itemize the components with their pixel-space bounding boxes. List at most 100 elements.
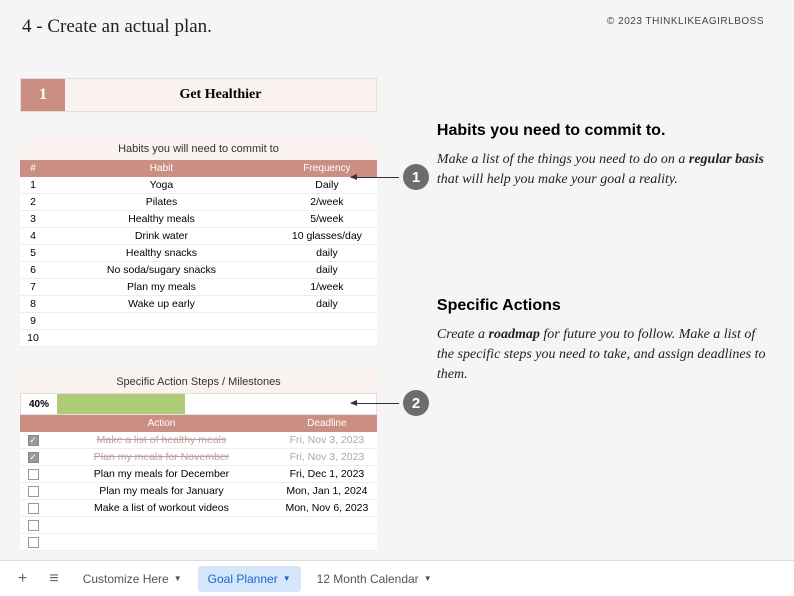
checkbox[interactable]: ✓ (28, 452, 39, 463)
checkbox[interactable] (28, 486, 39, 497)
add-sheet-button[interactable]: + (10, 566, 35, 592)
table-row[interactable]: 3Healthy meals5/week (20, 211, 377, 228)
row-number: 9 (20, 315, 46, 327)
checkbox[interactable] (28, 503, 39, 514)
row-number: 4 (20, 230, 46, 242)
caret-down-icon: ▼ (424, 574, 432, 583)
callout-2-pre: Create a (437, 327, 489, 342)
goal-header: 1 Get Healthier (20, 78, 377, 112)
habit-cell: Drink water (46, 230, 277, 242)
table-row[interactable]: 8Wake up earlydaily (20, 296, 377, 313)
col-habit-header: Habit (46, 160, 277, 177)
row-number: 5 (20, 247, 46, 259)
tab-goal-planner[interactable]: Goal Planner ▼ (198, 566, 301, 592)
row-number: 6 (20, 264, 46, 276)
table-row[interactable]: ✓ Plan my meals for NovemberFri, Nov 3, 2… (20, 449, 377, 466)
actions-block: Specific Action Steps / Milestones 40% A… (20, 371, 377, 551)
table-row[interactable]: 10 (20, 330, 377, 347)
checkbox-cell (20, 503, 46, 514)
deadline-cell: Fri, Dec 1, 2023 (277, 468, 377, 480)
progress-bar (57, 394, 376, 414)
caret-down-icon: ▼ (174, 574, 182, 583)
habit-cell: Plan my meals (46, 281, 277, 293)
checkbox-cell: ✓ (20, 452, 46, 463)
habit-cell: Wake up early (46, 298, 277, 310)
checkbox[interactable] (28, 469, 39, 480)
row-number: 1 (20, 179, 46, 191)
tab-12-month-calendar[interactable]: 12 Month Calendar ▼ (307, 566, 442, 592)
table-row[interactable]: ✓ Make a list of healthy mealsFri, Nov 3,… (20, 432, 377, 449)
table-row[interactable] (20, 534, 377, 551)
table-row[interactable]: 4Drink water10 glasses/day (20, 228, 377, 245)
arrow-1-icon (351, 177, 399, 178)
goal-title: Get Healthier (65, 79, 376, 111)
table-row[interactable]: 1YogaDaily (20, 177, 377, 194)
checkbox[interactable]: ✓ (28, 435, 39, 446)
row-number: 10 (20, 332, 46, 344)
actions-header-row: Action Deadline (20, 415, 377, 432)
action-cell: Plan my meals for January (46, 485, 277, 497)
action-cell: Plan my meals for December (46, 468, 277, 480)
deadline-cell: Mon, Nov 6, 2023 (277, 502, 377, 514)
tab-label: Customize Here (83, 572, 169, 586)
table-row[interactable]: 2Pilates2/week (20, 194, 377, 211)
col-deadline-header: Deadline (277, 415, 377, 432)
table-row[interactable]: Make a list of workout videosMon, Nov 6,… (20, 500, 377, 517)
table-row[interactable]: 5Healthy snacksdaily (20, 245, 377, 262)
table-row[interactable]: 7Plan my meals1/week (20, 279, 377, 296)
checkbox-cell (20, 537, 46, 548)
callout-1-bold: regular basis (689, 152, 764, 167)
checkbox-cell (20, 486, 46, 497)
tab-label: Goal Planner (208, 572, 278, 586)
callout-1-pre: Make a list of the things you need to do… (437, 152, 689, 167)
frequency-cell: daily (277, 247, 377, 259)
frequency-cell: daily (277, 264, 377, 276)
col-number-header: # (20, 160, 46, 177)
callout-1-post: that will help you make your goal a real… (437, 172, 678, 187)
frequency-cell: Daily (277, 179, 377, 191)
page-title: 4 - Create an actual plan. (22, 16, 212, 38)
copyright: © 2023 THINKLIKEAGIRLBOSS (607, 16, 764, 38)
habit-cell: Yoga (46, 179, 277, 191)
habits-block-title: Habits you will need to commit to (20, 138, 377, 160)
table-row[interactable]: 6No soda/sugary snacksdaily (20, 262, 377, 279)
callout-1-body: Make a list of the things you need to do… (437, 150, 774, 191)
col-frequency-header: Frequency (277, 160, 377, 177)
table-row[interactable]: 9 (20, 313, 377, 330)
checkbox-cell: ✓ (20, 435, 46, 446)
habit-cell: Healthy meals (46, 213, 277, 225)
deadline-cell: Mon, Jan 1, 2024 (277, 485, 377, 497)
callout-2-heading: Specific Actions (437, 297, 774, 315)
habit-cell: Pilates (46, 196, 277, 208)
row-number: 2 (20, 196, 46, 208)
table-row[interactable] (20, 517, 377, 534)
frequency-cell: 1/week (277, 281, 377, 293)
badge-1: 1 (403, 164, 429, 190)
action-cell: Make a list of workout videos (46, 502, 277, 514)
action-cell: Make a list of healthy meals (46, 434, 277, 446)
row-number: 7 (20, 281, 46, 293)
all-sheets-button[interactable]: ≡ (41, 566, 66, 592)
checkbox[interactable] (28, 537, 39, 548)
callout-2-body: Create a roadmap for future you to follo… (437, 325, 774, 386)
habits-header-row: # Habit Frequency (20, 160, 377, 177)
habit-cell: Healthy snacks (46, 247, 277, 259)
progress-label: 40% (21, 394, 57, 414)
caret-down-icon: ▼ (283, 574, 291, 583)
tab-customize-here[interactable]: Customize Here ▼ (73, 566, 192, 592)
habit-cell: No soda/sugary snacks (46, 264, 277, 276)
deadline-cell: Fri, Nov 3, 2023 (277, 451, 377, 463)
habits-block: Habits you will need to commit to # Habi… (20, 138, 377, 347)
deadline-cell: Fri, Nov 3, 2023 (277, 434, 377, 446)
tab-label: 12 Month Calendar (317, 572, 419, 586)
checkbox-cell (20, 469, 46, 480)
checkbox[interactable] (28, 520, 39, 531)
badge-2: 2 (403, 390, 429, 416)
arrow-2-icon (351, 403, 399, 404)
table-row[interactable]: Plan my meals for DecemberFri, Dec 1, 20… (20, 466, 377, 483)
callout-1: Habits you need to commit to. Make a lis… (437, 122, 774, 191)
callout-2-bold: roadmap (489, 327, 540, 342)
table-row[interactable]: Plan my meals for JanuaryMon, Jan 1, 202… (20, 483, 377, 500)
checkbox-cell (20, 520, 46, 531)
action-cell: Plan my meals for November (46, 451, 277, 463)
